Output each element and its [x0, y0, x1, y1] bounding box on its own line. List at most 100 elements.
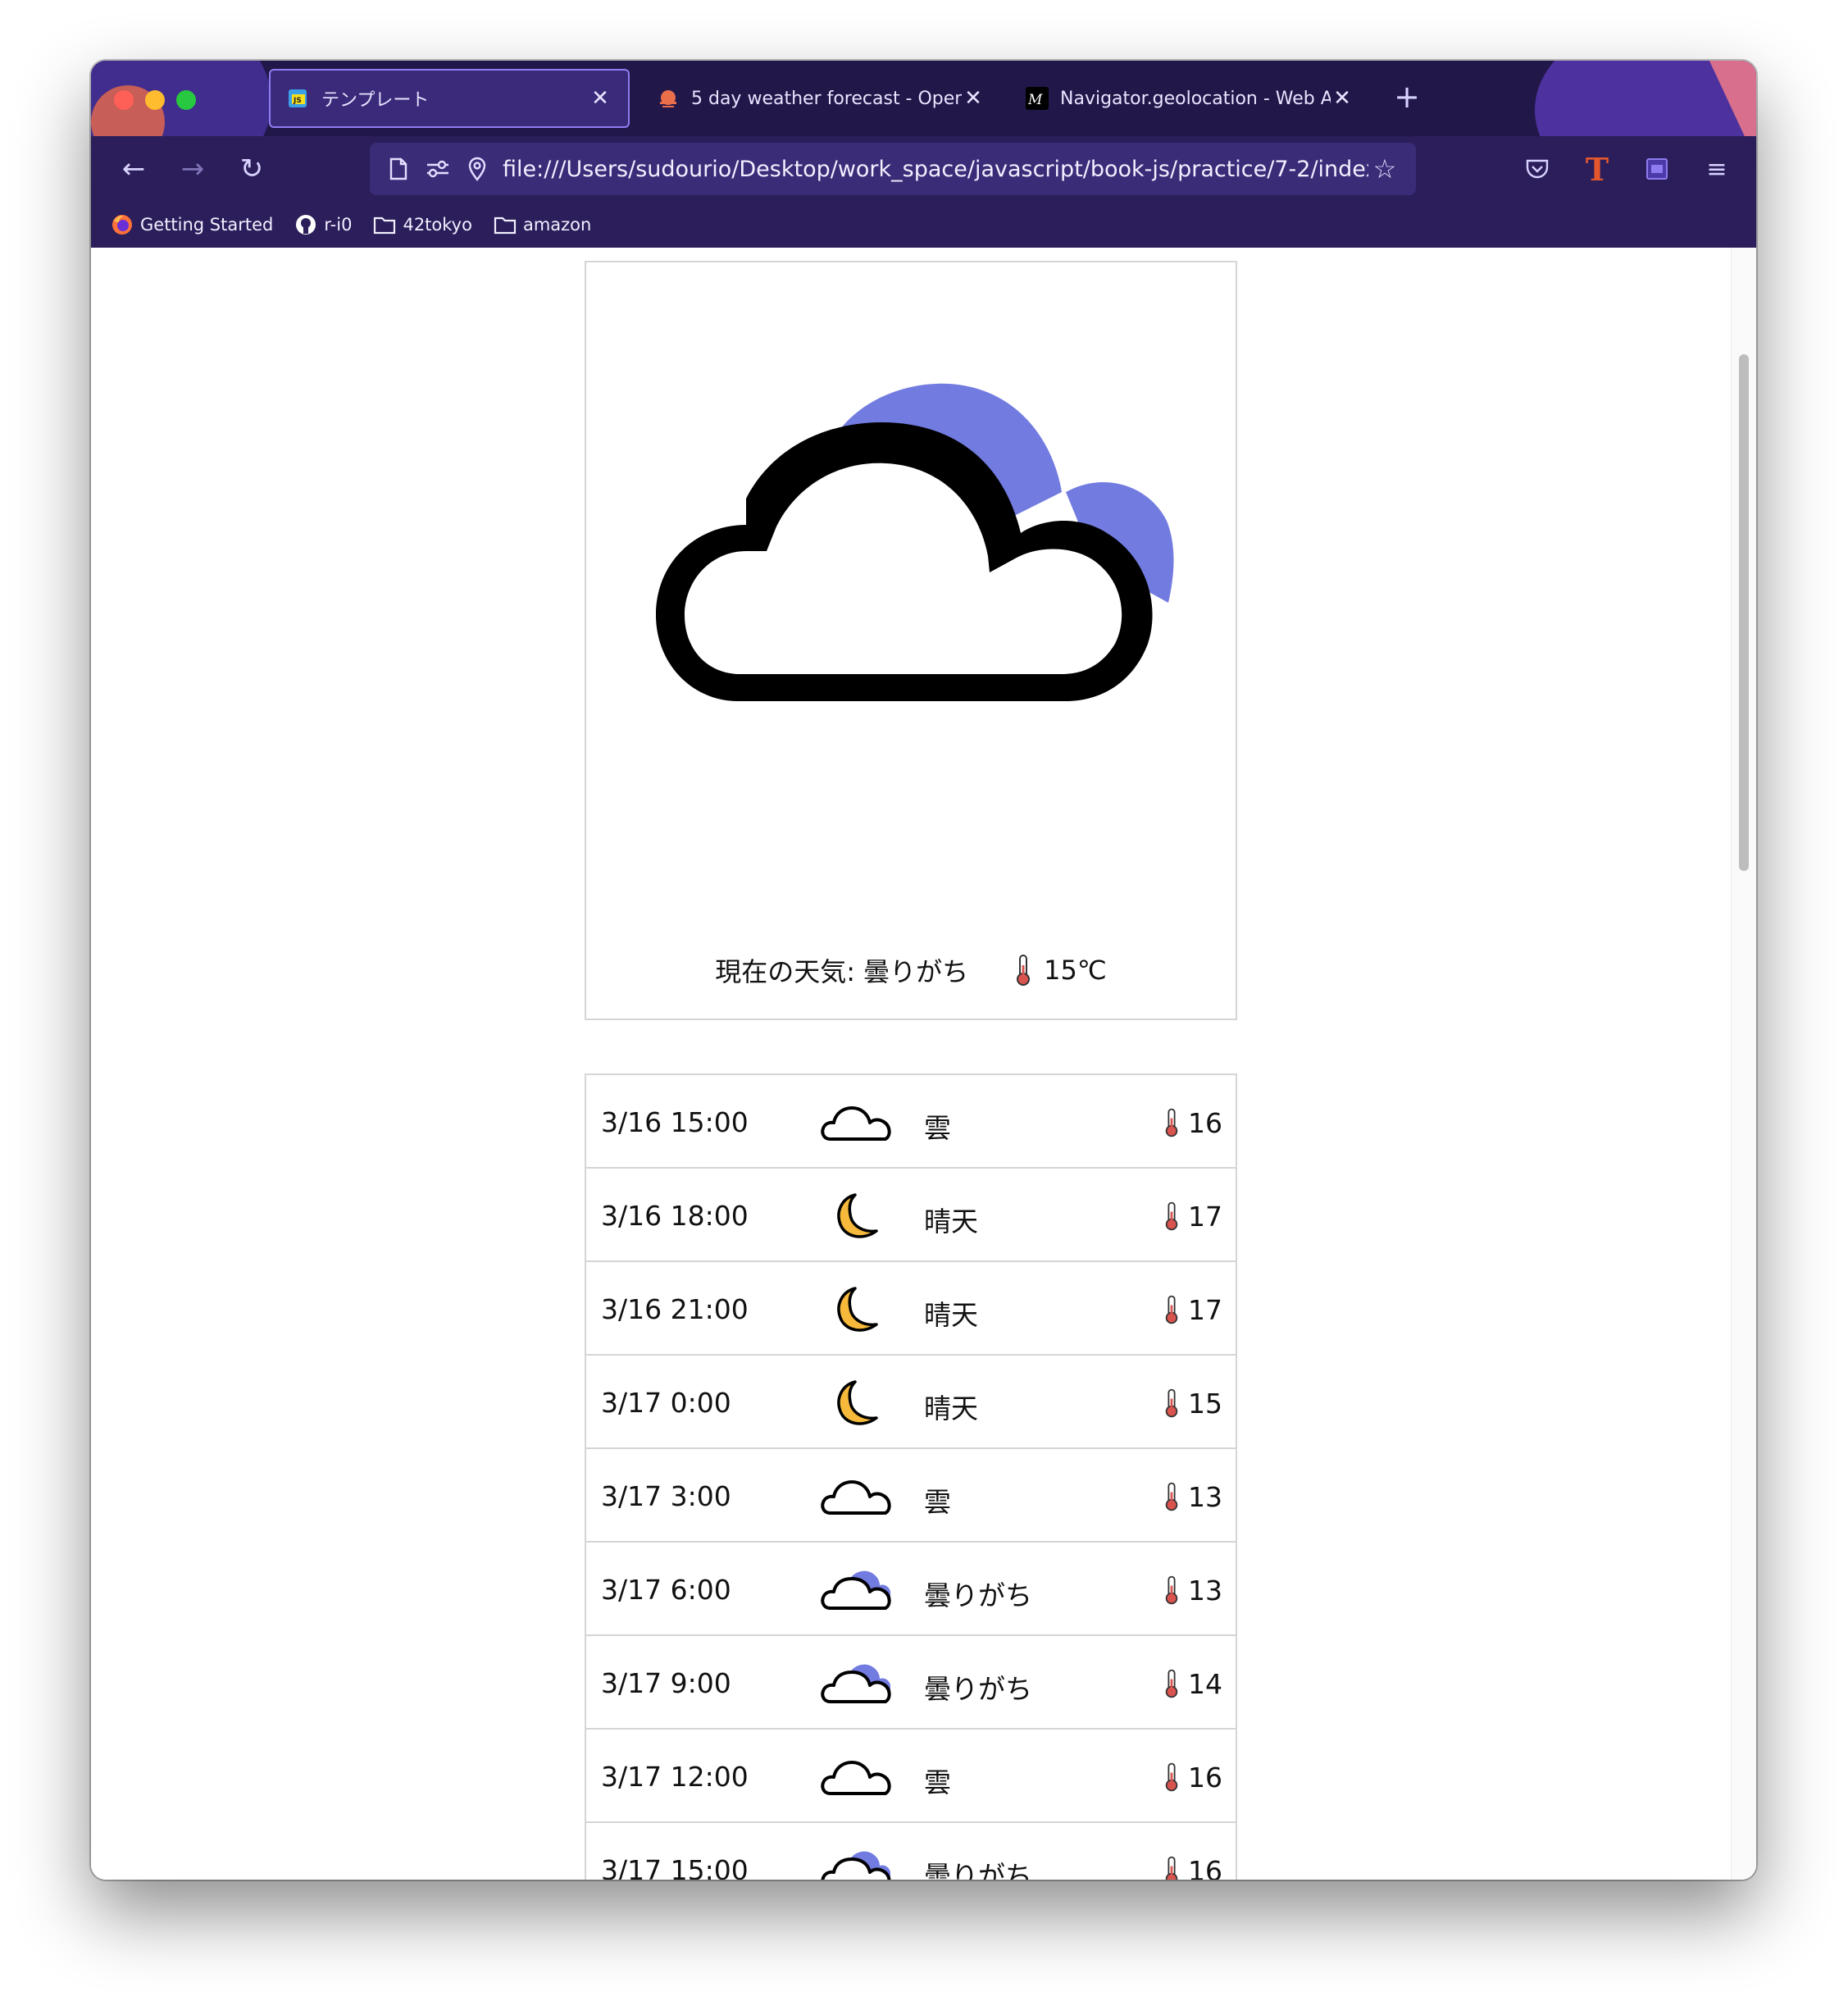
- extensions-icon[interactable]: [1637, 149, 1677, 189]
- forecast-temp-value: 16: [1188, 1854, 1222, 1880]
- forecast-temp-value: 17: [1188, 1293, 1222, 1326]
- thermometer-icon: [1163, 1387, 1180, 1420]
- cloud-icon: [816, 1464, 898, 1529]
- thermometer-icon: [1163, 1106, 1180, 1139]
- forecast-description: 晴天: [924, 1392, 978, 1424]
- forecast-temperature: 16: [1163, 1761, 1222, 1794]
- forecast-row: 3/16 21:00 晴天 17: [585, 1262, 1237, 1356]
- close-icon[interactable]: ✕: [962, 86, 985, 111]
- bookmarks-bar: Getting Started r-i0 42tokyo amazon: [91, 202, 1756, 248]
- tab-template[interactable]: JS テンプレート ✕: [269, 69, 630, 128]
- forecast-description: 雲: [924, 1112, 951, 1144]
- forecast-temperature: 13: [1163, 1480, 1222, 1513]
- close-icon[interactable]: ✕: [589, 86, 612, 111]
- forecast-time: 3/17 9:00: [601, 1667, 731, 1699]
- broken-clouds-icon: [816, 1838, 898, 1880]
- svg-text:M: M: [1027, 92, 1043, 108]
- scrollbar-thumb[interactable]: [1739, 354, 1749, 871]
- svg-text:JS: JS: [293, 97, 302, 105]
- thermometer-icon: [1163, 1480, 1180, 1513]
- current-temperature: 15℃: [1044, 955, 1107, 986]
- forecast-time: 3/17 12:00: [601, 1761, 749, 1793]
- js-file-icon: JS: [287, 87, 310, 110]
- forecast-description: 曇りがち: [924, 1673, 1032, 1705]
- new-tab-button[interactable]: +: [1386, 79, 1427, 115]
- current-weather-line: 現在の天気: 曇りがち 15℃: [586, 951, 1236, 989]
- forecast-description: 雲: [924, 1766, 951, 1798]
- forecast-description: 雲: [924, 1486, 951, 1518]
- menu-icon[interactable]: ≡: [1697, 149, 1736, 189]
- forecast-temperature: 13: [1163, 1574, 1222, 1607]
- cloud-icon: [816, 1744, 898, 1810]
- pocket-icon[interactable]: [1518, 149, 1557, 189]
- forecast-time: 3/17 0:00: [601, 1387, 731, 1419]
- forecast-time: 3/17 6:00: [601, 1574, 731, 1606]
- bookmark-label: 42tokyo: [403, 215, 472, 235]
- nav-bar: ← → ↻ file:///Users/sudourio/Desktop/wor…: [91, 136, 1756, 202]
- forecast-temp-value: 17: [1188, 1200, 1222, 1233]
- mdn-icon: M: [1026, 87, 1049, 110]
- forecast-description: 曇りがち: [924, 1579, 1032, 1611]
- browser-chrome: JS テンプレート ✕ 5 day weather forecast - Ope…: [91, 61, 1756, 248]
- bookmark-label: Getting Started: [140, 215, 274, 235]
- close-window-button[interactable]: [114, 90, 134, 110]
- forecast-temperature: 17: [1163, 1200, 1222, 1233]
- back-button[interactable]: ←: [116, 151, 152, 187]
- thermometer-icon: [1163, 1293, 1180, 1326]
- forecast-temperature: 15: [1163, 1387, 1222, 1420]
- forecast-row: 3/17 15:00 曇りがち 16: [585, 1823, 1237, 1880]
- bookmark-amazon[interactable]: amazon: [494, 213, 591, 236]
- broken-clouds-icon: [816, 1557, 898, 1623]
- bookmark-getting-started[interactable]: Getting Started: [111, 213, 273, 236]
- bookmark-42tokyo[interactable]: 42tokyo: [373, 213, 472, 236]
- bookmark-r-i0[interactable]: r-i0: [294, 213, 352, 236]
- forecast-temp-value: 16: [1188, 1761, 1222, 1794]
- forecast-description: 晴天: [924, 1206, 978, 1238]
- tab-bar: JS テンプレート ✕ 5 day weather forecast - Ope…: [91, 61, 1756, 136]
- extension-t-icon[interactable]: T: [1577, 149, 1617, 189]
- openweather-icon: [657, 87, 680, 110]
- forecast-row: 3/16 18:00 晴天 17: [585, 1169, 1237, 1262]
- forecast-list: 3/16 15:00 雲 16 3/16 18:00 晴天 17 3/16 21:00 晴天 1…: [585, 1073, 1237, 1880]
- forecast-time: 3/16 18:00: [601, 1200, 749, 1232]
- forecast-temperature: 14: [1163, 1667, 1222, 1700]
- forecast-time: 3/17 15:00: [601, 1854, 749, 1880]
- page-content: 現在の天気: 曇りがち 15℃ 3/16 15:00 雲 16 3/16 18:00 晴…: [91, 248, 1756, 1880]
- forecast-row: 3/16 15:00 雲 16: [585, 1075, 1237, 1169]
- reload-button[interactable]: ↻: [234, 151, 270, 187]
- current-weather-card: 現在の天気: 曇りがち 15℃: [585, 261, 1237, 1020]
- location-icon[interactable]: [463, 155, 491, 183]
- vertical-scrollbar[interactable]: [1731, 248, 1756, 1880]
- thermometer-icon: [1163, 1854, 1180, 1880]
- forecast-temp-value: 13: [1188, 1574, 1222, 1607]
- forecast-row: 3/17 3:00 雲 13: [585, 1449, 1237, 1543]
- bookmark-star-icon[interactable]: ☆: [1368, 153, 1401, 185]
- url-text[interactable]: file:///Users/sudourio/Desktop/work_spac…: [503, 157, 1368, 182]
- tab-openweather[interactable]: 5 day weather forecast - OpenW ✕: [640, 69, 1001, 128]
- forecast-temperature: 16: [1163, 1106, 1222, 1139]
- forecast-description: 晴天: [924, 1299, 978, 1331]
- tab-label: 5 day weather forecast - OpenW: [691, 88, 962, 109]
- permissions-icon[interactable]: [424, 155, 452, 183]
- address-bar[interactable]: file:///Users/sudourio/Desktop/work_spac…: [370, 143, 1416, 195]
- folder-icon: [373, 213, 396, 236]
- forecast-time: 3/16 21:00: [601, 1293, 749, 1325]
- forecast-row: 3/17 12:00 雲 16: [585, 1730, 1237, 1823]
- forecast-description: 曇りがち: [924, 1860, 1032, 1880]
- moon-icon: [816, 1183, 898, 1249]
- broken-clouds-icon: [656, 383, 1174, 701]
- zoom-window-button[interactable]: [176, 90, 196, 110]
- forecast-row: 3/17 0:00 晴天 15: [585, 1356, 1237, 1449]
- forecast-time: 3/16 15:00: [601, 1106, 749, 1138]
- forecast-temp-value: 16: [1188, 1106, 1222, 1139]
- forward-button[interactable]: →: [175, 151, 211, 187]
- cloud-icon: [816, 1090, 898, 1155]
- broken-clouds-icon: [816, 1651, 898, 1716]
- minimize-window-button[interactable]: [145, 90, 165, 110]
- tab-mdn[interactable]: M Navigator.geolocation - Web API ✕: [1009, 69, 1370, 128]
- close-icon[interactable]: ✕: [1331, 86, 1354, 111]
- forecast-temperature: 17: [1163, 1293, 1222, 1326]
- forecast-temp-value: 13: [1188, 1480, 1222, 1513]
- folder-icon: [494, 213, 517, 236]
- tab-label: テンプレート: [321, 90, 430, 111]
